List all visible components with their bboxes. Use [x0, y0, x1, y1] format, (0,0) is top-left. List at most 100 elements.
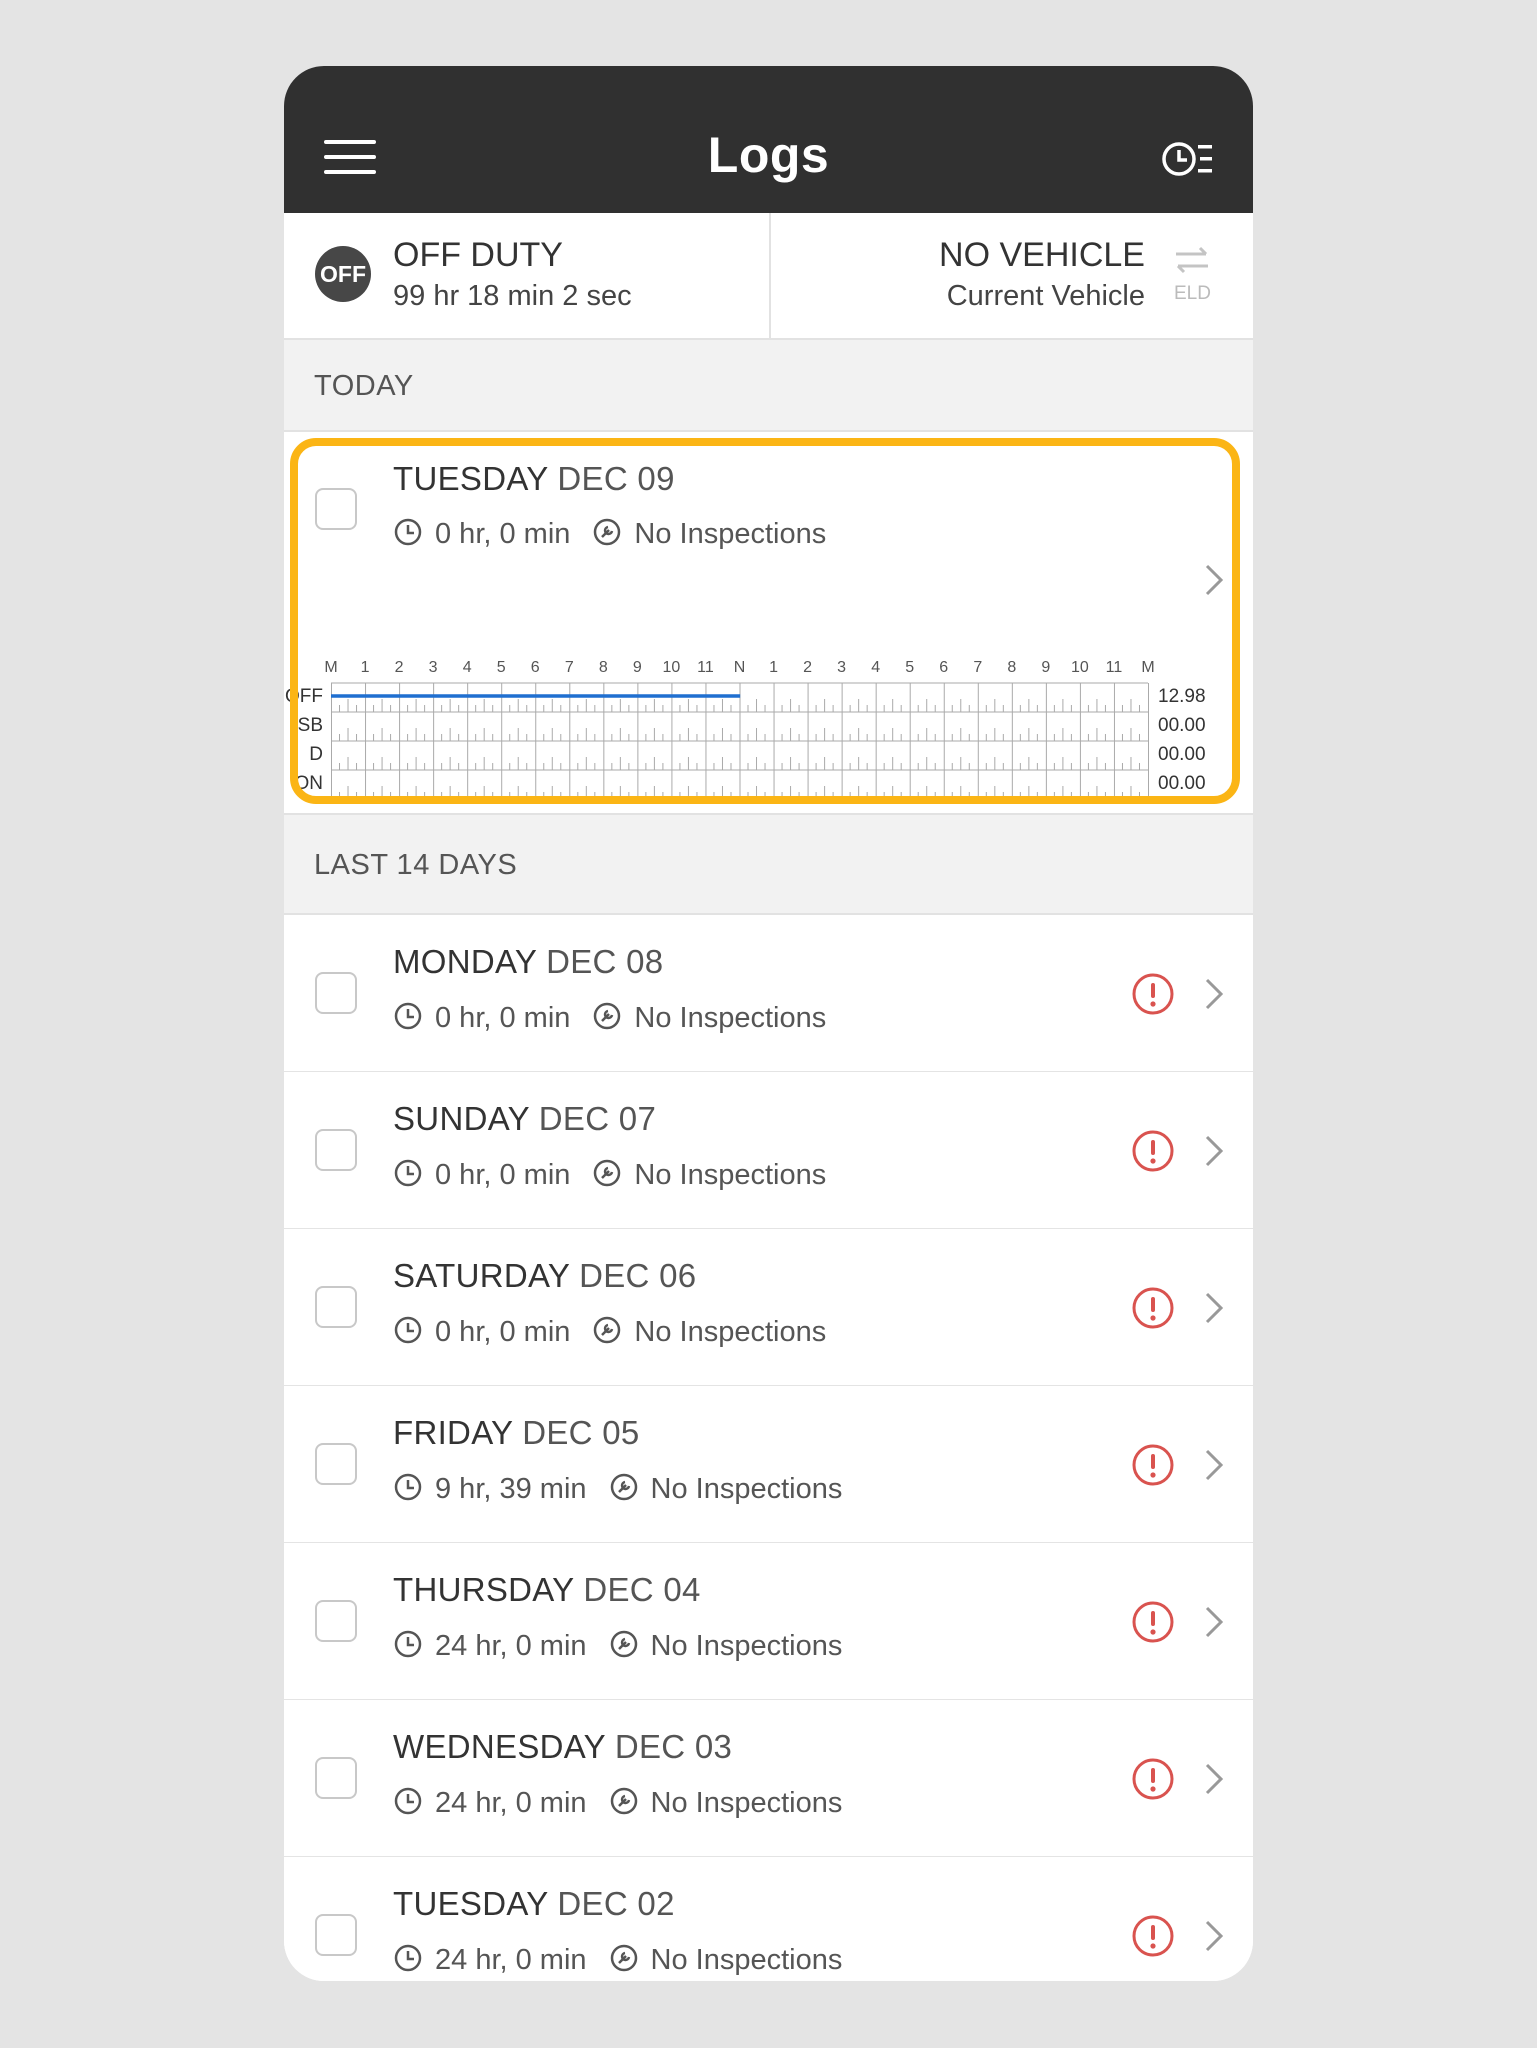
log-duration: 24 hr, 0 min [435, 1944, 587, 1976]
select-checkbox[interactable] [315, 1286, 357, 1328]
clock-icon [394, 1474, 422, 1501]
log-day-row[interactable]: MONDAY DEC 08 0 hr, 0 min No Inspections [284, 915, 1253, 1073]
log-day-row[interactable]: TUESDAY DEC 02 24 hr, 0 min No Inspections [284, 1857, 1253, 1981]
screen-background: Logs OFF OFF DUTY 99 hr 18 min 2 sec NO … [0, 0, 1537, 2048]
chevron-right-icon[interactable] [1203, 1133, 1225, 1169]
log-duration: 0 hr, 0 min [435, 518, 571, 550]
chevron-right-icon[interactable] [1203, 1761, 1225, 1797]
warning-icon[interactable] [1131, 1286, 1175, 1330]
log-day-title: FRIDAY DEC 05 [393, 1414, 640, 1452]
eld-label: ELD [1174, 283, 1211, 304]
day-name: SATURDAY [393, 1257, 570, 1294]
log-inspections: No Inspections [650, 1944, 843, 1976]
select-checkbox[interactable] [315, 488, 357, 530]
graph-hour-label: 9 [1041, 659, 1051, 676]
duty-status-label[interactable]: OFF DUTY [393, 236, 563, 275]
log-inspections: No Inspections [634, 1002, 827, 1034]
graph-row-label: ON [294, 773, 324, 794]
history-button[interactable] [1160, 138, 1214, 180]
log-meta: 0 hr, 0 min No Inspections [393, 518, 826, 552]
graph-hour-label: 1 [360, 659, 370, 676]
day-name: THURSDAY [393, 1571, 574, 1608]
select-checkbox[interactable] [315, 1914, 357, 1956]
log-day-row[interactable]: FRIDAY DEC 05 9 hr, 39 min No Inspections [284, 1386, 1253, 1544]
vehicle-label[interactable]: NO VEHICLE [939, 236, 1145, 275]
chevron-right-icon[interactable] [1203, 562, 1225, 598]
warning-icon[interactable] [1131, 1757, 1175, 1801]
chevron-right-icon[interactable] [1203, 976, 1225, 1012]
swap-arrows-icon[interactable] [1172, 245, 1212, 275]
graph-hour-label: 5 [496, 659, 506, 676]
log-day-row[interactable]: SUNDAY DEC 07 0 hr, 0 min No Inspections [284, 1072, 1253, 1230]
graph-hour-label: 3 [428, 659, 438, 676]
log-day-row[interactable]: WEDNESDAY DEC 03 24 hr, 0 min No Inspectio… [284, 1700, 1253, 1858]
log-day-title: TUESDAY DEC 09 [393, 460, 675, 498]
wrench-icon [594, 1003, 621, 1030]
day-date: DEC 04 [583, 1571, 701, 1608]
select-checkbox[interactable] [315, 1600, 357, 1642]
warning-icon[interactable] [1131, 1600, 1175, 1644]
day-date: DEC 07 [538, 1100, 657, 1137]
warning-icon[interactable] [1131, 1914, 1175, 1958]
warning-icon[interactable] [1131, 1443, 1175, 1487]
day-name: SUNDAY [393, 1100, 530, 1137]
wrench-icon [594, 1317, 621, 1344]
graph-hour-label: 2 [803, 659, 813, 676]
day-date: DEC 03 [614, 1728, 733, 1765]
select-checkbox[interactable] [315, 1443, 357, 1485]
graph-hour-label: M [324, 659, 338, 676]
log-duration: 9 hr, 39 min [435, 1473, 587, 1505]
select-checkbox[interactable] [315, 1757, 357, 1799]
clock-list-icon [1162, 142, 1212, 176]
log-day-row[interactable]: SATURDAY DEC 06 0 hr, 0 min No Inspections [284, 1229, 1253, 1387]
clock-icon [394, 1003, 422, 1030]
page-title: Logs [707, 127, 830, 183]
log-day-row[interactable]: THURSDAY DEC 04 24 hr, 0 min No Inspection… [284, 1543, 1253, 1701]
chevron-right-icon[interactable] [1203, 1290, 1225, 1326]
select-checkbox[interactable] [315, 1129, 357, 1171]
clock-icon [394, 1631, 422, 1658]
duty-status-timer: 99 hr 18 min 2 sec [393, 280, 632, 312]
graph-hour-label: 9 [632, 659, 642, 676]
day-date: DEC 02 [557, 1885, 675, 1922]
today-log-card[interactable]: TUESDAY DEC 09 0 hr, 0 min No Inspection… [284, 432, 1253, 815]
log-meta: 24 hr, 0 min No Inspections [393, 1787, 842, 1821]
graph-hour-label: 4 [462, 659, 472, 676]
graph-hour-label: 10 [1071, 659, 1089, 676]
graph-row-label: OFF [285, 686, 323, 707]
graph-hour-label: 5 [905, 659, 915, 676]
graph-hour-label: 6 [939, 659, 949, 676]
chevron-right-icon[interactable] [1203, 1604, 1225, 1640]
day-date: DEC 06 [579, 1257, 697, 1294]
log-duration: 0 hr, 0 min [435, 1316, 571, 1348]
warning-icon[interactable] [1131, 1129, 1175, 1173]
graph-hour-label: 2 [394, 659, 404, 676]
chevron-right-icon[interactable] [1203, 1447, 1225, 1483]
log-inspections: No Inspections [650, 1787, 843, 1819]
graph-hour-label: 8 [1007, 659, 1017, 676]
graph-hour-label: 3 [837, 659, 847, 676]
graph-row-label: SB [297, 715, 323, 736]
graph-gridlines [331, 682, 1149, 800]
log-duration: 0 hr, 0 min [435, 1159, 571, 1191]
graph-hour-label: 6 [530, 659, 540, 676]
log-inspections: No Inspections [650, 1473, 843, 1505]
day-name: TUESDAY [393, 460, 548, 497]
graph-row-total: 00.00 [1158, 773, 1206, 794]
duty-status-badge[interactable]: OFF [315, 246, 371, 302]
graph-hour-label: 7 [564, 659, 574, 676]
app-bar: Logs [284, 66, 1253, 213]
clock-icon [394, 1788, 422, 1815]
section-title: LAST 14 DAYS [314, 849, 518, 881]
warning-icon[interactable] [1131, 972, 1175, 1016]
section-header-last-14-days: LAST 14 DAYS [284, 815, 1253, 915]
clock-icon [394, 1317, 422, 1344]
log-meta: 0 hr, 0 min No Inspections [393, 1002, 826, 1036]
chevron-right-icon[interactable] [1203, 1918, 1225, 1954]
log-day-title: TUESDAY DEC 02 [393, 1885, 675, 1923]
log-day-title: MONDAY DEC 08 [393, 943, 663, 981]
graph-hour-label: M [1141, 659, 1155, 676]
graph-hour-label: 11 [1105, 659, 1123, 676]
select-checkbox[interactable] [315, 972, 357, 1014]
wrench-icon [594, 519, 621, 546]
